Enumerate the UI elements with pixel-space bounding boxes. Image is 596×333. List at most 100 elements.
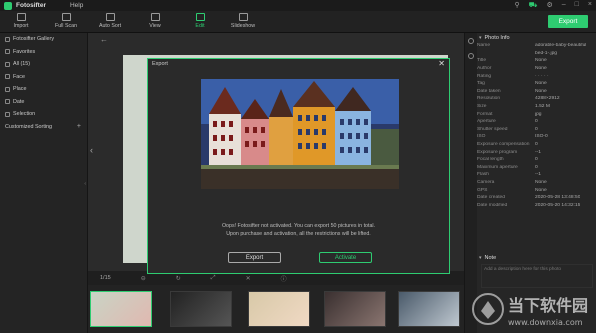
fit-icon[interactable]: ⤢ xyxy=(211,275,216,282)
rotate-icon[interactable]: ↻ xyxy=(176,275,181,282)
auto-sort-icon xyxy=(105,13,115,21)
selection-icon xyxy=(5,111,10,117)
edit-info-icon[interactable] xyxy=(468,53,474,59)
info-row: Size 1.52 M xyxy=(477,103,596,111)
info-row: ISO ISO-0 xyxy=(477,133,596,141)
collapse-sidebar-icon[interactable]: ‹ xyxy=(84,181,86,187)
title-bar: Fotosifter Help ⚲ ⛟ ⚙ – □ × xyxy=(0,0,596,11)
prev-photo-icon[interactable]: ‹ xyxy=(90,145,93,155)
info-value: None xyxy=(535,179,547,185)
info-key: Maximum aperture xyxy=(477,164,518,170)
thumbnail[interactable] xyxy=(90,291,152,327)
info-row: Focal length 0 xyxy=(477,156,596,164)
info-row: Author None xyxy=(477,65,596,73)
sidebar-item-face[interactable]: Face xyxy=(0,71,87,84)
thumbnail[interactable] xyxy=(398,291,460,327)
info-row: Maximum aperture 0 xyxy=(477,164,596,172)
info-key: Flash xyxy=(477,172,489,178)
edit-button[interactable]: Edit xyxy=(183,13,217,29)
info-value: 2020-05-20 14:32:15 xyxy=(535,202,581,208)
sidebar-item-label: Date xyxy=(13,98,25,105)
dialog-title: Export xyxy=(152,61,168,67)
info-key: Aperture xyxy=(477,119,496,125)
info-row: Resolution 4288×2912 xyxy=(477,95,596,103)
auto-sort-button[interactable]: Auto Sort xyxy=(93,13,127,29)
note-input[interactable]: Add a description here for this photo xyxy=(481,264,593,288)
sidebar-item-date[interactable]: Date xyxy=(0,96,87,109)
sidebar-item-place[interactable]: Place xyxy=(0,83,87,96)
info-value: 0 xyxy=(535,119,538,125)
sidebar-item-selection[interactable]: Selection xyxy=(0,108,87,121)
info-value: None xyxy=(535,66,547,72)
info-value: 0 xyxy=(535,164,538,170)
search-icon[interactable]: ⚲ xyxy=(515,1,520,10)
info-value: --1 xyxy=(535,172,541,178)
info-value: 4288×2912 xyxy=(535,96,560,102)
watermark-logo: 当下软件园 www.downxia.com xyxy=(472,293,588,327)
close-icon[interactable]: ✕ xyxy=(438,59,445,68)
info-key: Camera xyxy=(477,179,495,185)
thumbnail[interactable] xyxy=(248,291,310,327)
full-scan-label: Full Scan xyxy=(54,23,78,29)
info-key: Resolution xyxy=(477,96,501,102)
add-sorting-icon[interactable]: + xyxy=(77,123,81,130)
info-icon[interactable]: ⓘ xyxy=(281,274,287,283)
info-key: Format xyxy=(477,111,493,117)
sidebar-item-favorites[interactable]: Favorites xyxy=(0,46,87,59)
info-value: 0 xyxy=(535,142,538,148)
info-value: None xyxy=(535,58,547,64)
edit-label: Edit xyxy=(195,23,205,29)
note-header[interactable]: ▾ Note xyxy=(477,253,596,262)
close-icon[interactable]: × xyxy=(588,1,592,10)
thumbnail[interactable] xyxy=(324,291,386,327)
app-name: Fotosifter xyxy=(16,2,46,9)
view-label: View xyxy=(149,23,161,29)
info-value: None xyxy=(535,187,547,193)
sidebar-item-label: Face xyxy=(13,73,25,80)
dialog-export-button[interactable]: Export xyxy=(228,252,281,263)
maximize-icon[interactable]: □ xyxy=(575,1,579,10)
cart-icon[interactable]: ⛟ xyxy=(529,1,538,10)
import-button[interactable]: Import xyxy=(4,13,38,29)
info-value: · · · · · xyxy=(535,73,549,79)
info-row: Format jpg xyxy=(477,110,596,118)
photo-info-header[interactable]: ▾ Photo Info xyxy=(477,33,596,42)
sidebar-item-label: All (15) xyxy=(13,61,31,68)
thumbnail[interactable] xyxy=(170,291,232,327)
back-arrow-icon[interactable]: ← xyxy=(100,35,108,44)
info-value: bed-1-.jpg xyxy=(535,50,558,56)
watermark-url-text: www.downxia.com xyxy=(508,318,583,327)
info-value: jpg xyxy=(535,111,542,117)
auto-sort-label: Auto Sort xyxy=(98,23,122,29)
page-indicator: 1/15 xyxy=(100,275,111,281)
heart-icon xyxy=(5,49,10,55)
sidebar-item-label: Favorites xyxy=(13,48,36,55)
activate-button[interactable]: Activate xyxy=(319,252,372,263)
info-row: Date modified 2020-05-20 14:32:15 xyxy=(477,201,596,209)
sidebar-item-label: Customized Sorting xyxy=(5,123,53,130)
minimize-icon[interactable]: – xyxy=(562,1,566,10)
scan-icon xyxy=(61,13,71,21)
sidebar-item-customized-sorting[interactable]: Customized Sorting + xyxy=(0,121,87,134)
slideshow-button[interactable]: Slideshow xyxy=(226,13,260,29)
zoom-out-icon[interactable]: ⊖ xyxy=(141,275,146,282)
activation-message: Oops! Fotosifter not activated. You can … xyxy=(148,223,449,238)
settings-icon[interactable]: ⚙ xyxy=(546,1,552,10)
info-key: Exposure compensation xyxy=(477,142,530,148)
menu-help[interactable]: Help xyxy=(70,2,83,9)
info-row: Title None xyxy=(477,57,596,65)
photo-info-title: Photo Info xyxy=(484,34,510,41)
export-button[interactable]: Export xyxy=(548,15,588,28)
full-scan-button[interactable]: Full Scan xyxy=(49,13,83,29)
info-icon[interactable] xyxy=(468,38,474,44)
delete-icon[interactable]: ✕ xyxy=(246,275,251,282)
info-value: 0 xyxy=(535,157,538,163)
sidebar: Fotosifter Gallery Favorites All (15) Fa… xyxy=(0,33,88,333)
info-key: Shutter speed xyxy=(477,126,508,132)
site-watermark: 当下软件园 www.downxia.com xyxy=(468,287,596,331)
info-row: Exposure program --1 xyxy=(477,148,596,156)
sidebar-item-gallery[interactable]: Fotosifter Gallery xyxy=(0,33,87,46)
view-button[interactable]: View xyxy=(138,13,172,29)
sidebar-item-all[interactable]: All (15) xyxy=(0,58,87,71)
info-key: Author xyxy=(477,66,492,72)
